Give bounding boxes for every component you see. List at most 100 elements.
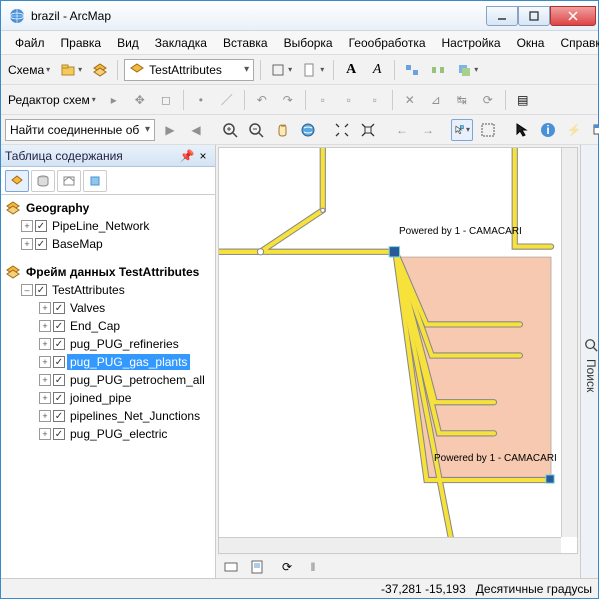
prev-extent-button[interactable]: ← bbox=[391, 119, 413, 141]
schema-dropdown[interactable]: Схема bbox=[5, 59, 53, 81]
edit-node-button[interactable]: • bbox=[190, 89, 212, 111]
checkbox[interactable] bbox=[35, 238, 47, 250]
menu-bookmarks[interactable]: Закладка bbox=[147, 34, 215, 52]
tree-node[interactable]: +End_Cap bbox=[3, 317, 213, 335]
edit-select-button[interactable]: ◻ bbox=[155, 89, 177, 111]
edit-tool-a[interactable]: ▫ bbox=[312, 89, 334, 111]
expander-icon[interactable]: + bbox=[39, 410, 51, 422]
toc-frame-testattributes[interactable]: Фрейм данных TestAttributes bbox=[3, 263, 213, 281]
edit-rotate-button[interactable]: ⟳ bbox=[477, 89, 499, 111]
tree-node[interactable]: +pug_PUG_refineries bbox=[3, 335, 213, 353]
checkbox[interactable] bbox=[35, 220, 47, 232]
toc-tab-source[interactable] bbox=[31, 170, 55, 192]
menu-geoprocessing[interactable]: Геообработка bbox=[341, 34, 434, 52]
tree-node[interactable]: +pipelines_Net_Junctions bbox=[3, 407, 213, 425]
map-scrollbar-horizontal[interactable] bbox=[219, 537, 561, 553]
tree-node[interactable]: + PipeLine_Network bbox=[3, 217, 213, 235]
toc-tab-selection[interactable] bbox=[83, 170, 107, 192]
map-view[interactable]: Powered by 1 - CAMACARI Powered by 1 - C… bbox=[218, 147, 578, 554]
data-view-button[interactable] bbox=[220, 556, 242, 578]
zoom-in-fixed-button[interactable] bbox=[331, 119, 353, 141]
edit-tool-c[interactable]: ▫ bbox=[364, 89, 386, 111]
select-pointer-button[interactable] bbox=[511, 119, 533, 141]
schema-layers-button[interactable] bbox=[89, 59, 111, 81]
toc-tab-draworder[interactable] bbox=[5, 170, 29, 192]
checkbox[interactable] bbox=[53, 356, 65, 368]
tool-distribute-button[interactable] bbox=[427, 59, 449, 81]
refresh-button[interactable]: ⟳ bbox=[276, 556, 298, 578]
edit-settings-button[interactable]: ▤ bbox=[512, 89, 534, 111]
tool-newdoc-button[interactable] bbox=[299, 59, 327, 81]
tool-shapes-button[interactable] bbox=[267, 59, 295, 81]
expander-icon[interactable]: + bbox=[39, 320, 51, 332]
edit-tool-b[interactable]: ▫ bbox=[338, 89, 360, 111]
minimize-button[interactable] bbox=[486, 6, 518, 26]
expander-icon[interactable]: + bbox=[39, 356, 51, 368]
menu-help[interactable]: Справка bbox=[552, 34, 599, 52]
map-scrollbar-vertical[interactable] bbox=[561, 148, 577, 537]
tree-node[interactable]: +pug_PUG_gas_plants bbox=[3, 353, 213, 371]
tool-align-button[interactable] bbox=[401, 59, 423, 81]
toc-close-icon[interactable]: × bbox=[195, 148, 211, 164]
clear-selection-button[interactable] bbox=[477, 119, 499, 141]
expander-icon[interactable]: + bbox=[39, 302, 51, 314]
editor-dropdown[interactable]: Редактор схем bbox=[5, 89, 99, 111]
font-bold-button[interactable]: A bbox=[340, 59, 362, 81]
menu-file[interactable]: Файл bbox=[7, 34, 53, 52]
find-back-button[interactable]: ◀ bbox=[185, 119, 207, 141]
identify-button[interactable]: i bbox=[537, 119, 559, 141]
tree-node-root[interactable]: – TestAttributes bbox=[3, 281, 213, 299]
edit-connect-button[interactable]: ⊿ bbox=[425, 89, 447, 111]
pause-draw-button[interactable]: ‖ bbox=[302, 556, 324, 578]
edit-pointer-button[interactable]: ▸ bbox=[103, 89, 125, 111]
checkbox[interactable] bbox=[53, 374, 65, 386]
checkbox[interactable] bbox=[53, 428, 65, 440]
hyperlink-button[interactable]: ⚡ bbox=[563, 119, 585, 141]
html-popup-button[interactable] bbox=[589, 119, 599, 141]
menu-insert[interactable]: Вставка bbox=[215, 34, 276, 52]
toc-tree[interactable]: Geography + PipeLine_Network + BaseMap Ф… bbox=[1, 195, 215, 578]
menu-windows[interactable]: Окна bbox=[509, 34, 553, 52]
full-extent-button[interactable] bbox=[297, 119, 319, 141]
pin-icon[interactable]: 📌 bbox=[179, 148, 195, 164]
tree-node[interactable]: + BaseMap bbox=[3, 235, 213, 253]
edit-reverse-button[interactable]: ↹ bbox=[451, 89, 473, 111]
tool-arrange-button[interactable] bbox=[453, 59, 481, 81]
layout-view-button[interactable] bbox=[246, 556, 268, 578]
find-forward-button[interactable]: ▶ bbox=[159, 119, 181, 141]
menu-selection[interactable]: Выборка bbox=[276, 34, 341, 52]
menu-view[interactable]: Вид bbox=[109, 34, 147, 52]
checkbox[interactable] bbox=[53, 302, 65, 314]
schema-folder-button[interactable] bbox=[57, 59, 85, 81]
tree-node[interactable]: +pug_PUG_petrochem_all bbox=[3, 371, 213, 389]
layer-select[interactable]: TestAttributes bbox=[124, 59, 254, 81]
expander-icon[interactable]: + bbox=[39, 392, 51, 404]
checkbox[interactable] bbox=[53, 338, 65, 350]
checkbox[interactable] bbox=[53, 392, 65, 404]
checkbox[interactable] bbox=[35, 284, 47, 296]
edit-redo-button[interactable]: ↷ bbox=[277, 89, 299, 111]
find-dropdown[interactable]: Найти соединенные об bbox=[5, 119, 155, 141]
expander-icon[interactable]: + bbox=[21, 238, 33, 250]
close-button[interactable] bbox=[550, 6, 596, 26]
edit-move-button[interactable]: ✥ bbox=[129, 89, 151, 111]
expander-icon[interactable]: + bbox=[39, 338, 51, 350]
select-features-button[interactable] bbox=[451, 119, 473, 141]
tree-node[interactable]: +pug_PUG_electric bbox=[3, 425, 213, 443]
toc-tab-visibility[interactable] bbox=[57, 170, 81, 192]
checkbox[interactable] bbox=[53, 410, 65, 422]
expander-icon[interactable]: + bbox=[21, 220, 33, 232]
expander-icon[interactable]: + bbox=[39, 428, 51, 440]
edit-break-button[interactable]: ✕ bbox=[399, 89, 421, 111]
zoom-out-button[interactable] bbox=[245, 119, 267, 141]
edit-line-button[interactable]: ／ bbox=[216, 89, 238, 111]
font-style-button[interactable]: A bbox=[366, 59, 388, 81]
next-extent-button[interactable]: → bbox=[417, 119, 439, 141]
search-panel-tab[interactable]: Поиск bbox=[580, 145, 598, 578]
tree-node[interactable]: +Valves bbox=[3, 299, 213, 317]
zoom-out-fixed-button[interactable] bbox=[357, 119, 379, 141]
menu-customize[interactable]: Настройка bbox=[434, 34, 509, 52]
maximize-button[interactable] bbox=[518, 6, 550, 26]
tree-node[interactable]: +joined_pipe bbox=[3, 389, 213, 407]
menu-edit[interactable]: Правка bbox=[53, 34, 110, 52]
